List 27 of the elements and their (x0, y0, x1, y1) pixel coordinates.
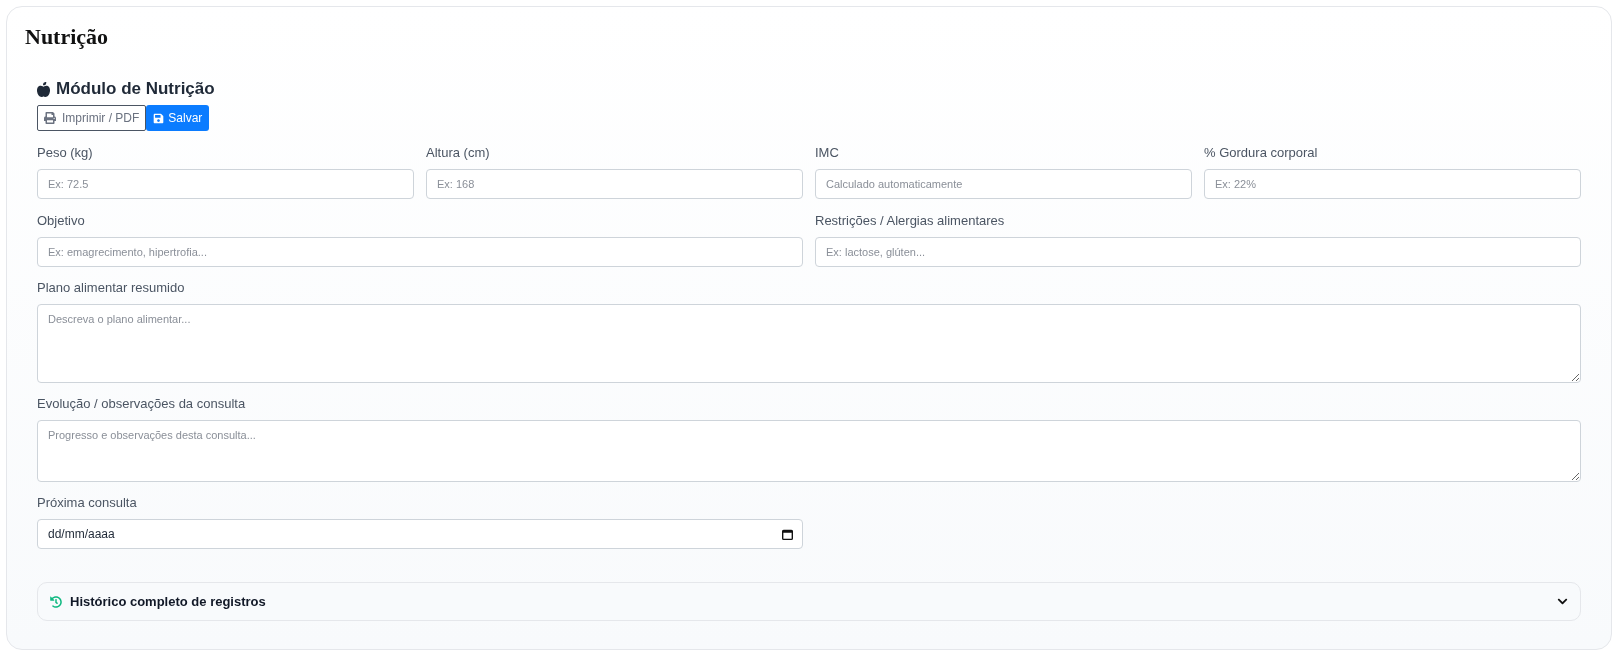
save-button[interactable]: Salvar (146, 105, 210, 131)
text-input[interactable]: Calculado automaticamente (815, 169, 1192, 199)
field-label: Peso (kg) (37, 144, 93, 162)
module-heading: Módulo de Nutrição (56, 78, 215, 100)
apple-icon (37, 81, 50, 97)
text-input[interactable]: Ex: lactose, glúten... (815, 237, 1581, 267)
print-button[interactable]: Imprimir / PDF (37, 105, 147, 131)
field-label: Próxima consulta (37, 494, 137, 512)
field-label: % Gordura corporal (1204, 144, 1318, 162)
field-label: Plano alimentar resumido (37, 279, 185, 297)
field-label: IMC (815, 144, 839, 162)
notes-field[interactable]: Descreva o plano alimentar... (37, 304, 1581, 383)
field-label: Objetivo (37, 212, 85, 230)
history-icon (50, 595, 62, 608)
text-input[interactable]: Ex: 72.5 (37, 169, 414, 199)
page-title: Nutrição (25, 23, 109, 51)
notes-field[interactable]: Progresso e observações desta consulta... (37, 420, 1581, 482)
field-label: Evolução / observações da consulta (37, 395, 246, 413)
field-label: Restrições / Alergias alimentares (815, 212, 1005, 230)
calendar-icon[interactable] (782, 529, 793, 540)
printer-icon (44, 112, 56, 124)
history-accordion[interactable]: Histórico completo de registros (37, 582, 1581, 621)
field-label: Altura (cm) (426, 144, 490, 162)
text-input[interactable]: Ex: emagrecimento, hipertrofia... (37, 237, 803, 267)
text-input[interactable]: Ex: 168 (426, 169, 803, 199)
date-field[interactable]: dd/mm/aaaa (37, 519, 803, 549)
text-input[interactable]: Ex: 22% (1204, 169, 1581, 199)
